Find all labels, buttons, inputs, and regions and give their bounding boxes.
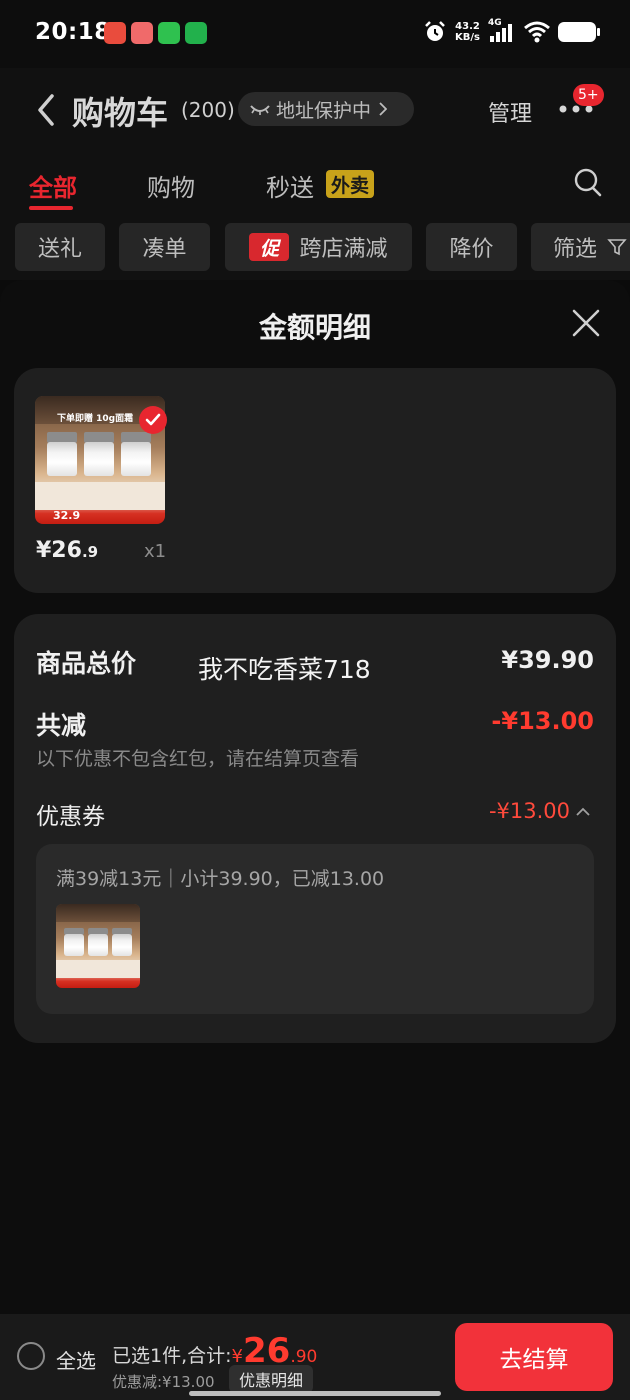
coupon-label: 优惠券 <box>36 804 105 830</box>
product-card: 下单即赠 10g面霜 32.9 ¥26.9 x1 <box>14 368 616 593</box>
search-icon[interactable] <box>574 168 602 198</box>
cart-count: (200) <box>181 98 235 122</box>
cellular-signal-icon: 4G <box>488 18 516 44</box>
amount-detail-sheet: 金额明细 下单即赠 10g面霜 32.9 ¥26.9 x1 商品总价 我不吃香菜… <box>0 280 630 1314</box>
filter-bar: 送礼 凑单 促 跨店满减 降价 筛选 <box>0 214 630 280</box>
select-all-radio[interactable] <box>17 1342 45 1370</box>
cart-tabs: 全部 购物 秒送 外卖 <box>0 154 630 214</box>
chevron-up-icon <box>576 807 590 816</box>
address-badge-label: 地址保护中 <box>276 99 372 122</box>
product-price: ¥26.9 <box>36 538 99 563</box>
status-bar: 20:18 43.2 KB/s 4G <box>0 0 630 68</box>
app-notification-icon <box>131 22 153 44</box>
status-time: 20:18 <box>35 19 111 45</box>
filter-label: 筛选 <box>553 237 598 262</box>
tab-instant-delivery[interactable]: 秒送 <box>266 168 314 203</box>
filter-icon <box>607 239 627 256</box>
alarm-icon <box>425 21 445 41</box>
discount-amount: 优惠减:¥13.00 <box>112 1373 215 1391</box>
user-watermark: 我不吃香菜718 <box>198 655 371 684</box>
reduce-label: 共减 <box>36 711 87 740</box>
select-all-label[interactable]: 全选 <box>56 1345 96 1374</box>
filter-price-drop[interactable]: 降价 <box>426 223 517 271</box>
coupon-detail-box: 满39减13元｜小计39.90，已减13.00 <box>36 844 594 1014</box>
coupon-product-image[interactable] <box>56 904 140 988</box>
tab-shopping[interactable]: 购物 <box>147 168 195 203</box>
coupon-value: -¥13.00 <box>488 799 570 823</box>
address-protection-badge[interactable]: 地址保护中 <box>238 92 414 126</box>
checkout-button[interactable]: 去结算 <box>455 1323 613 1391</box>
wifi-icon <box>524 21 550 43</box>
close-icon[interactable] <box>571 308 601 338</box>
coupon-detail-text: 满39减13元｜小计39.90，已减13.00 <box>56 868 385 890</box>
product-quantity: x1 <box>144 541 167 562</box>
selected-total: 已选1件,合计: ¥ 26 .90 <box>112 1331 318 1371</box>
price-summary-card: 商品总价 我不吃香菜718 ¥39.90 共减 -¥13.00 以下优惠不包含红… <box>14 614 616 1043</box>
cart-header: 购物车 (200) 地址保护中 管理 5+ <box>0 68 630 154</box>
battery-icon <box>558 22 600 42</box>
total-value: ¥39.90 <box>501 646 594 674</box>
app-notification-icon <box>104 22 126 44</box>
filter-gift[interactable]: 送礼 <box>15 223 105 271</box>
network-speed: 43.2 KB/s <box>455 21 480 43</box>
discount-detail-button[interactable]: 优惠明细 <box>229 1365 314 1393</box>
chevron-right-icon <box>379 102 388 116</box>
promo-tag: 促 <box>249 233 290 261</box>
filter-cross-store-label: 跨店满减 <box>299 237 388 262</box>
manage-button[interactable]: 管理 <box>488 96 532 128</box>
filter-bundle[interactable]: 凑单 <box>119 223 210 271</box>
filter-cross-store[interactable]: 促 跨店满减 <box>225 223 412 271</box>
filter-button[interactable]: 筛选 <box>531 223 630 271</box>
back-icon[interactable] <box>34 92 58 128</box>
reduce-value: -¥13.00 <box>491 707 594 735</box>
waimai-tag: 外卖 <box>326 170 375 198</box>
active-tab-indicator <box>29 206 73 210</box>
checkout-bar: 全选 已选1件,合计: ¥ 26 .90 优惠减:¥13.00 优惠明细 去结算 <box>0 1314 630 1400</box>
app-notification-icon <box>185 22 207 44</box>
selected-check-icon[interactable] <box>139 406 167 434</box>
total-label: 商品总价 <box>36 649 137 678</box>
discount-note: 以下优惠不包含红包，请在结算页查看 <box>36 748 360 770</box>
tab-all[interactable]: 全部 <box>29 168 77 203</box>
eye-closed-icon <box>250 105 270 115</box>
notification-badge: 5+ <box>573 84 604 106</box>
notification-icons <box>104 22 207 44</box>
page-title: 购物车 <box>72 94 169 132</box>
coupon-toggle[interactable]: -¥13.00 <box>489 799 590 823</box>
sheet-title: 金额明细 <box>258 311 371 344</box>
home-indicator[interactable] <box>189 1391 441 1396</box>
wechat-icon <box>158 22 180 44</box>
